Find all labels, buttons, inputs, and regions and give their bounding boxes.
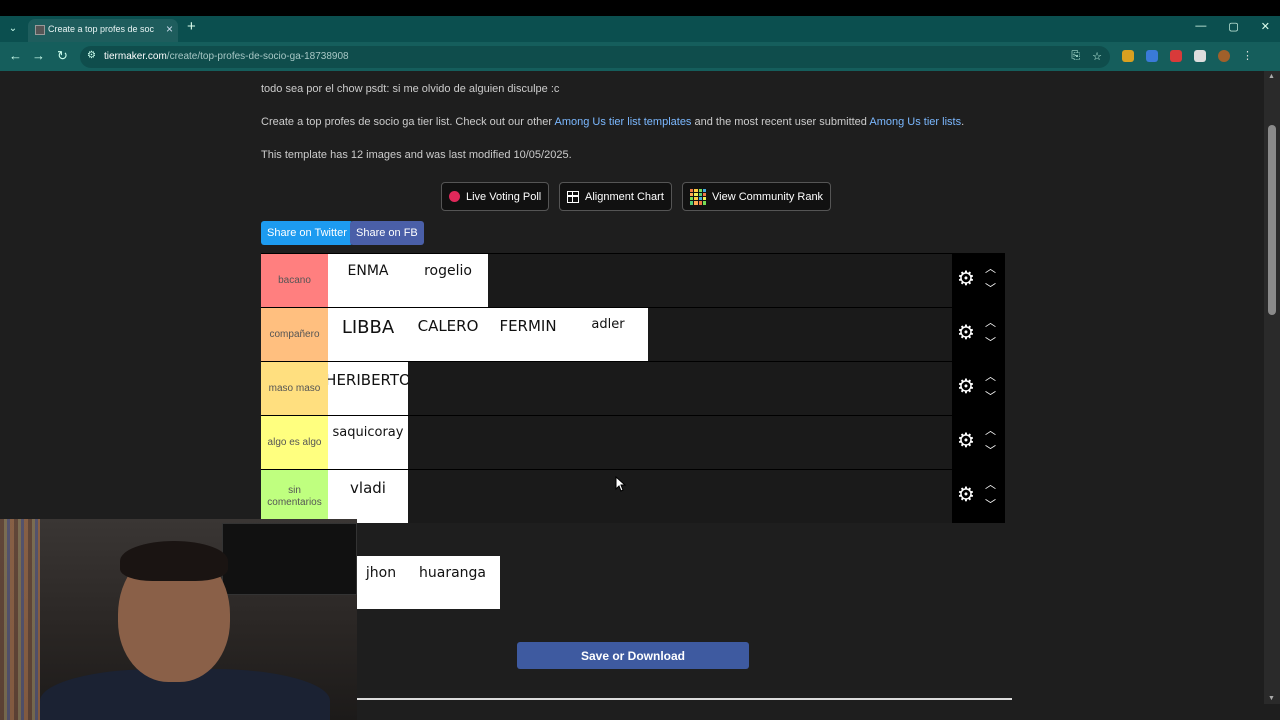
tab-title: Create a top profes de socio ga [48,24,154,34]
tier-items: saquicoray [328,416,408,469]
grid-icon [567,190,579,203]
tier-item-card[interactable]: ENMA [328,254,408,307]
gear-icon[interactable]: ⚙ [957,485,975,505]
tier-item-card[interactable]: FERMIN [488,308,568,361]
tier-label[interactable]: sin comentarios [261,470,328,523]
tier-label[interactable]: compañero [261,308,328,361]
tier-item-card[interactable]: adler [568,308,648,361]
share-twitter-button[interactable]: Share on Twitter [261,221,353,245]
address-bar[interactable]: ⚙ tiermaker.com/create/top-profes-de-soc… [80,46,1110,68]
among-us-tierlists-link[interactable]: Among Us tier lists [869,116,961,128]
tab-close-icon[interactable]: × [166,22,173,36]
close-window-button[interactable]: ✕ [1261,20,1270,33]
scroll-down-icon[interactable]: ▼ [1268,695,1275,702]
scroll-up-icon[interactable]: ▲ [1268,73,1275,80]
tier-item-card[interactable]: rogelio [408,254,488,307]
minimize-button[interactable]: — [1195,20,1206,33]
browser-toolbar: ← → ↻ ⚙ tiermaker.com/create/top-profes-… [0,42,1280,71]
share-facebook-button[interactable]: Share on FB [350,221,424,245]
chevron-down-icon[interactable]: ﹀ [985,496,996,512]
tier-item-card[interactable]: saquicoray [328,416,408,469]
tier-controls: ⚙ ︿ ﹀ [952,362,1005,415]
tier-list: bacano ENMA rogelio ⚙ ︿ ﹀ compañero LIBBA CALERO… [261,253,1005,523]
maximize-button[interactable]: ▢ [1228,20,1238,33]
tier-controls: ⚙ ︿ ﹀ [952,308,1005,361]
tier-controls: ⚙ ︿ ﹀ [952,416,1005,469]
person-hair [120,541,228,581]
url-text: tiermaker.com/create/top-profes-de-socio… [104,51,349,62]
tier-items: vladi [328,470,408,523]
horizontal-scroll-indicator [357,698,1012,700]
pool-item-card[interactable]: jhon [357,556,405,609]
record-dot-icon [449,191,460,202]
tier-items: LIBBA CALERO FERMIN adler [328,308,648,361]
screen-top-bar [0,0,1280,16]
tier-item-card[interactable]: vladi [328,470,408,523]
pool-item-card[interactable]: huaranga [405,556,500,609]
live-voting-poll-button[interactable]: Live Voting Poll [441,182,550,211]
bookshelf [0,519,40,720]
tier-label[interactable]: algo es algo [261,416,328,469]
extension-icon[interactable] [1146,50,1158,62]
among-us-templates-link[interactable]: Among Us tier list templates [555,116,692,128]
chevron-down-icon[interactable]: ﹀ [985,442,996,458]
gear-icon[interactable]: ⚙ [957,269,975,289]
bookmark-star-icon[interactable]: ☆ [1092,50,1102,63]
tier-row: sin comentarios vladi ⚙ ︿ ﹀ [261,469,1005,523]
unranked-items-pool: jhon huaranga [357,556,500,609]
extensions-puzzle-icon[interactable] [1194,50,1206,62]
chevron-up-icon[interactable]: ︿ [985,422,996,438]
tier-label[interactable]: bacano [261,254,328,307]
back-icon[interactable]: ← [9,48,22,63]
alignment-chart-button[interactable]: Alignment Chart [559,182,672,211]
chevron-down-icon[interactable]: ﹀ [985,334,996,350]
tier-label[interactable]: maso maso [261,362,328,415]
forward-icon[interactable]: → [32,48,45,63]
tier-items: HERIBERTO [328,362,408,415]
scrollbar-thumb[interactable] [1268,125,1276,315]
tier-row: bacano ENMA rogelio ⚙ ︿ ﹀ [261,253,1005,307]
gpu-box [222,523,357,595]
chevron-up-icon[interactable]: ︿ [985,368,996,384]
gear-icon[interactable]: ⚙ [957,431,975,451]
intro-text: todo sea por el chow psdt: si me olvido … [261,83,560,95]
tiermaker-favicon-icon [35,25,45,35]
reload-icon[interactable]: ↻ [57,48,68,64]
extension-icon[interactable] [1122,50,1134,62]
menu-kebab-icon[interactable]: ⋮ [1242,50,1254,62]
chevron-up-icon[interactable]: ︿ [985,260,996,276]
tab-search-icon[interactable]: ⌄ [5,20,21,38]
mouse-cursor-icon [615,476,627,492]
tier-controls: ⚙ ︿ ﹀ [952,470,1005,523]
create-description: Create a top profes de socio ga tier lis… [261,116,965,128]
chevron-down-icon[interactable]: ﹀ [985,388,996,404]
tier-row: maso maso HERIBERTO ⚙ ︿ ﹀ [261,361,1005,415]
extension-icon[interactable] [1170,50,1182,62]
vertical-scrollbar[interactable]: ▲ ▼ [1264,71,1280,704]
save-or-download-button[interactable]: Save or Download [517,642,749,669]
tier-row: algo es algo saquicoray ⚙ ︿ ﹀ [261,415,1005,469]
chevron-up-icon[interactable]: ︿ [985,476,996,492]
webcam-overlay [0,519,357,720]
tier-item-card[interactable]: HERIBERTO [328,362,408,415]
view-community-rank-button[interactable]: View Community Rank [682,182,832,211]
chevron-up-icon[interactable]: ︿ [985,314,996,330]
tier-row: compañero LIBBA CALERO FERMIN adler ⚙ ︿ ﹀ [261,307,1005,361]
chevron-down-icon[interactable]: ﹀ [985,280,996,296]
tier-item-card[interactable]: LIBBA [328,308,408,361]
mosaic-icon [690,188,706,205]
gear-icon[interactable]: ⚙ [957,377,975,397]
site-info-icon[interactable]: ⚙ [87,50,96,61]
tab-strip: ⌄ Create a top profes de socio ga × + — … [0,16,1280,42]
profile-avatar[interactable] [1218,50,1230,62]
translate-icon[interactable]: ⎘ [1071,50,1080,63]
gear-icon[interactable]: ⚙ [957,323,975,343]
new-tab-button[interactable]: + [187,18,196,35]
browser-tab[interactable]: Create a top profes de socio ga × [28,19,178,42]
tier-item-card[interactable]: CALERO [408,308,488,361]
tier-controls: ⚙ ︿ ﹀ [952,254,1005,307]
tier-items: ENMA rogelio [328,254,488,307]
template-info: This template has 12 images and was last… [261,149,572,161]
